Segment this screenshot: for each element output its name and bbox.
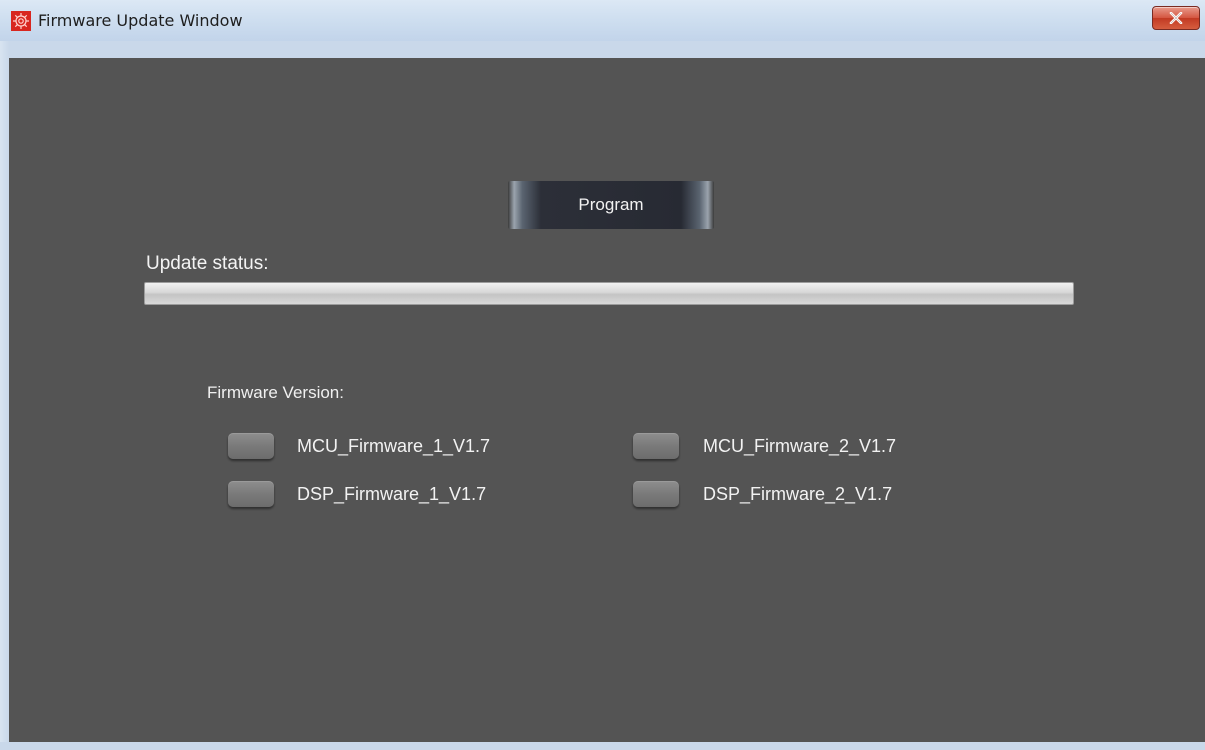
app-logo-icon [11, 11, 31, 31]
mcu-firmware-1-label: MCU_Firmware_1_V1.7 [297, 436, 491, 456]
mcu-firmware-2-indicator [633, 433, 679, 459]
close-icon [1169, 12, 1183, 24]
client-area [9, 58, 1205, 742]
update-status-label: Update status: [146, 253, 269, 274]
firmware-version-heading: Firmware Version: [207, 383, 344, 402]
window-title: Firmware Update Window [38, 11, 243, 30]
mcu-firmware-2-label: MCU_Firmware_2_V1.7 [703, 436, 897, 456]
window-frame-top [9, 41, 1205, 58]
dsp-firmware-2-label: DSP_Firmware_2_V1.7 [703, 484, 893, 504]
dsp-firmware-1-label: DSP_Firmware_1_V1.7 [297, 484, 487, 504]
program-button[interactable]: Program [508, 181, 714, 229]
dsp-firmware-1-indicator [228, 481, 274, 507]
window-frame-bottom [0, 742, 1205, 750]
close-button[interactable] [1152, 6, 1200, 30]
dsp-firmware-2-indicator [633, 481, 679, 507]
window-frame-left [0, 41, 9, 750]
update-progress-bar [144, 282, 1074, 305]
mcu-firmware-1-indicator [228, 433, 274, 459]
firmware-update-window: Firmware Update Window Program Update st… [0, 0, 1205, 750]
title-bar[interactable]: Firmware Update Window [0, 0, 1205, 42]
